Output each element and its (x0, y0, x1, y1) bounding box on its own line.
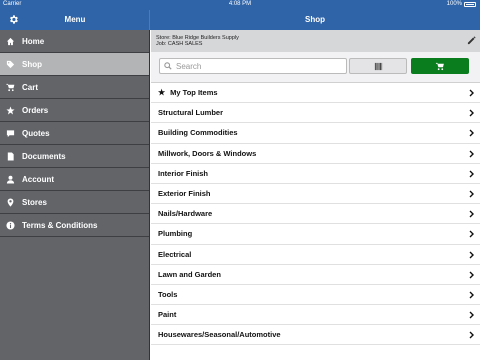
sidebar-item-label: Quotes (22, 128, 50, 138)
speech-bubble-icon (6, 129, 15, 138)
category-label: Plumbing (158, 229, 193, 239)
home-icon (6, 37, 15, 46)
category-millwork-doors-windows[interactable]: Millwork, Doors & Windows (151, 144, 480, 164)
search-box[interactable] (159, 58, 347, 74)
sidebar-item-label: Stores (22, 197, 47, 207)
category-label: Exterior Finish (158, 189, 211, 199)
category-label: Tools (158, 289, 178, 299)
user-icon (6, 175, 15, 184)
barcode-icon (374, 62, 382, 70)
sidebar-item-shop[interactable]: Shop (0, 53, 149, 76)
menu-header: Menu (0, 10, 150, 30)
chevron-right-icon (469, 190, 474, 198)
chevron-right-icon (469, 89, 474, 97)
store-info-bar: Store: Blue Ridge Builders Supply Job: C… (151, 30, 480, 52)
category-label: Interior Finish (158, 168, 209, 178)
chevron-right-icon (469, 150, 474, 158)
cart-button[interactable] (411, 58, 469, 74)
sidebar-item-orders[interactable]: Orders (0, 99, 149, 122)
category-exterior-finish[interactable]: Exterior Finish (151, 184, 480, 205)
category-label: Paint (158, 310, 177, 320)
category-lawn-and-garden[interactable]: Lawn and Garden (151, 265, 480, 285)
sidebar-item-label: Home (22, 36, 45, 46)
sidebar-item-cart[interactable]: Cart (0, 76, 149, 99)
category-paint[interactable]: Paint (151, 305, 480, 326)
tag-icon (6, 60, 15, 69)
status-bar: Carrier 4:08 PM 100% (0, 0, 480, 10)
chevron-right-icon (469, 210, 474, 218)
category-plumbing[interactable]: Plumbing (151, 224, 480, 245)
main-panel: Store: Blue Ridge Builders Supply Job: C… (151, 30, 480, 360)
category-my-top-items[interactable]: ★ My Top Items (151, 83, 480, 104)
cart-icon (435, 62, 444, 70)
chevron-right-icon (469, 251, 474, 258)
star-icon (6, 105, 15, 115)
search-icon (164, 62, 172, 70)
sidebar-item-documents[interactable]: Documents (0, 145, 149, 168)
category-label: Nails/Hardware (158, 209, 213, 219)
category-electrical[interactable]: Electrical (151, 245, 480, 265)
barcode-scan-button[interactable] (349, 58, 407, 74)
sidebar-item-home[interactable]: Home (0, 30, 149, 53)
chevron-right-icon (469, 291, 474, 299)
pencil-icon[interactable] (467, 36, 476, 45)
location-pin-icon (6, 197, 15, 207)
sidebar-item-label: Cart (22, 82, 39, 92)
sidebar-item-label: Documents (22, 151, 66, 161)
category-housewares-seasonal-automotive[interactable]: Housewares/Seasonal/Automotive (151, 325, 480, 346)
category-label: My Top Items (170, 88, 218, 98)
clock: 4:08 PM (228, 1, 252, 7)
category-interior-finish[interactable]: Interior Finish (151, 164, 480, 184)
chevron-right-icon (469, 170, 474, 178)
search-toolbar (151, 52, 480, 83)
category-nails-hardware[interactable]: Nails/Hardware (151, 204, 480, 225)
sidebar-item-label: Terms & Conditions (22, 220, 98, 230)
job-name: Job: CASH SALES (156, 41, 203, 47)
sidebar-item-label: Orders (22, 105, 49, 115)
battery-percent: 100% (446, 1, 462, 7)
category-label: Lawn and Garden (158, 269, 221, 279)
info-icon (6, 220, 15, 230)
sidebar: Home Shop Cart Orders Quotes Documents A… (0, 30, 150, 360)
search-input[interactable] (176, 61, 336, 71)
category-label: Electrical (158, 249, 192, 259)
category-label: Structural Lumber (158, 108, 224, 118)
category-label: Millwork, Doors & Windows (158, 148, 257, 158)
category-list: ★ My Top Items Structural Lumber Buildin… (151, 83, 480, 346)
chevron-right-icon (469, 271, 474, 279)
document-icon (6, 151, 15, 161)
nav-bar: Menu Shop (0, 10, 480, 30)
category-structural-lumber[interactable]: Structural Lumber (151, 103, 480, 124)
category-tools[interactable]: Tools (151, 285, 480, 306)
battery-indicator: 100% (447, 1, 476, 7)
category-label: Housewares/Seasonal/Automotive (158, 330, 281, 340)
sidebar-item-terms[interactable]: Terms & Conditions (0, 214, 149, 237)
chevron-right-icon (469, 129, 474, 137)
sidebar-item-account[interactable]: Account (0, 168, 149, 191)
sidebar-item-label: Shop (22, 59, 42, 69)
category-building-commodities[interactable]: Building Commodities (151, 123, 480, 144)
star-icon: ★ (158, 88, 166, 98)
sidebar-item-quotes[interactable]: Quotes (0, 122, 149, 145)
cart-icon (6, 83, 15, 92)
chevron-right-icon (469, 311, 474, 319)
battery-icon (464, 1, 476, 7)
menu-title: Menu (64, 15, 86, 24)
chevron-right-icon (469, 109, 474, 117)
page-title: Shop (305, 15, 325, 24)
category-label: Building Commodities (158, 128, 238, 138)
chevron-right-icon (469, 331, 474, 339)
sidebar-item-stores[interactable]: Stores (0, 191, 149, 214)
chevron-right-icon (469, 230, 474, 238)
sidebar-item-label: Account (22, 174, 54, 184)
shop-header: Shop (150, 10, 480, 30)
